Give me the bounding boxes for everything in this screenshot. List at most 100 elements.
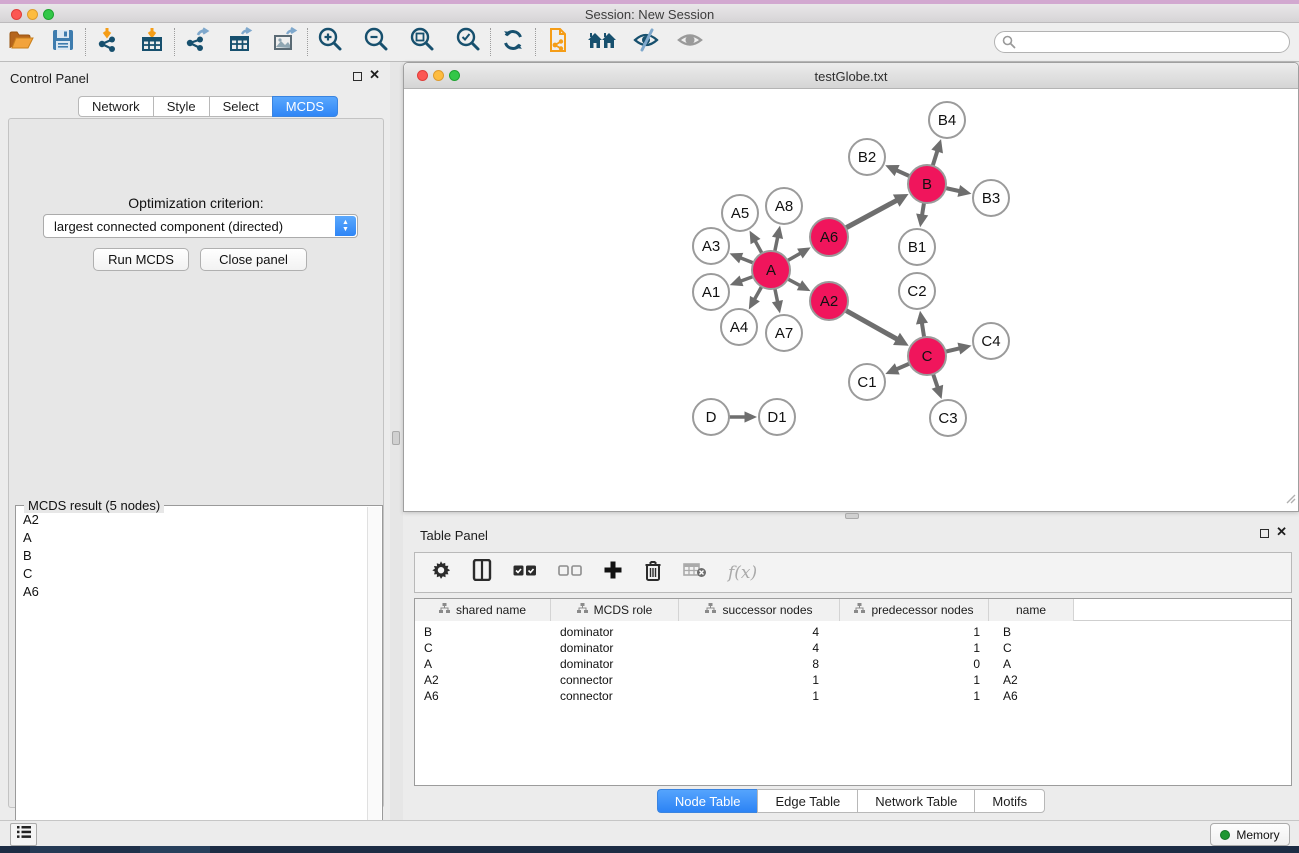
- new-network-from-selection-button[interactable]: [543, 27, 573, 57]
- table-cell[interactable]: B: [989, 625, 1074, 639]
- table-cell[interactable]: 4: [679, 641, 840, 655]
- tab-motifs[interactable]: Motifs: [974, 789, 1045, 813]
- table-row[interactable]: A2connector11A2: [415, 672, 1291, 688]
- column-header-predecessor-nodes[interactable]: predecessor nodes: [840, 599, 989, 621]
- splitter-handle[interactable]: [392, 431, 400, 445]
- column-layout-button[interactable]: [472, 559, 492, 586]
- zoom-selected-button[interactable]: [453, 27, 483, 57]
- network-canvas[interactable]: B4B2BB3A8A5A6A3B1AA1C2A2A4A7C4CC1DD1C3: [404, 89, 1298, 511]
- optimization-criterion-select[interactable]: largest connected component (directed) ▲…: [43, 214, 358, 238]
- zoom-out-button[interactable]: [361, 27, 391, 57]
- table-cell[interactable]: 8: [679, 657, 840, 671]
- table-cell[interactable]: 0: [840, 657, 989, 671]
- delete-column-button[interactable]: [644, 560, 662, 586]
- export-network-button[interactable]: [182, 27, 212, 57]
- run-mcds-button[interactable]: Run MCDS: [93, 248, 189, 271]
- table-panel-title: Table Panel: [420, 528, 488, 543]
- desktop-wallpaper-bottom: [0, 846, 1299, 853]
- mcds-result-item[interactable]: A: [17, 528, 366, 546]
- table-row[interactable]: Cdominator41C: [415, 640, 1291, 656]
- table-cell[interactable]: A6: [989, 689, 1074, 703]
- table-row[interactable]: A6connector11A6: [415, 688, 1291, 704]
- table-cell[interactable]: 4: [679, 625, 840, 639]
- tab-node-table[interactable]: Node Table: [657, 789, 758, 813]
- close-panel-icon[interactable]: ✕: [369, 67, 380, 83]
- table-cell[interactable]: dominator: [551, 625, 679, 639]
- table-row[interactable]: Bdominator41B: [415, 624, 1291, 640]
- table-cell[interactable]: B: [415, 625, 551, 639]
- arrowhead-icon: [931, 139, 943, 153]
- clear-checkboxes-button[interactable]: [558, 564, 582, 582]
- table-cell[interactable]: 1: [840, 673, 989, 687]
- node-table-header: shared nameMCDS rolesuccessor nodesprede…: [415, 599, 1291, 621]
- float-panel-icon[interactable]: [1260, 529, 1269, 538]
- tab-network[interactable]: Network: [78, 96, 153, 117]
- show-all-button[interactable]: [675, 27, 705, 57]
- node-table[interactable]: shared nameMCDS rolesuccessor nodesprede…: [414, 598, 1292, 786]
- table-cell[interactable]: A: [989, 657, 1074, 671]
- splitter-handle[interactable]: [845, 513, 859, 519]
- column-header-successor-nodes[interactable]: successor nodes: [679, 599, 840, 621]
- import-table-button[interactable]: [137, 27, 167, 57]
- table-cell[interactable]: 1: [840, 689, 989, 703]
- search-input[interactable]: [994, 31, 1290, 53]
- resize-grip-icon[interactable]: [1284, 491, 1296, 509]
- table-cell[interactable]: dominator: [551, 641, 679, 655]
- app-title: Session: New Session: [0, 7, 1299, 22]
- mcds-result-item[interactable]: A2: [17, 510, 366, 528]
- mcds-result-item[interactable]: B: [17, 546, 366, 564]
- float-panel-icon[interactable]: [353, 72, 362, 81]
- table-cell[interactable]: 1: [679, 689, 840, 703]
- toolbar-separator: [85, 28, 86, 56]
- mcds-result-list[interactable]: A2ABCA6: [17, 510, 366, 848]
- table-cell[interactable]: A2: [989, 673, 1074, 687]
- memory-button[interactable]: Memory: [1210, 823, 1290, 846]
- table-cell[interactable]: C: [989, 641, 1074, 655]
- mcds-result-item[interactable]: C: [17, 564, 366, 582]
- close-panel-icon[interactable]: ✕: [1276, 524, 1287, 540]
- table-cell[interactable]: A6: [415, 689, 551, 703]
- column-header-name[interactable]: name: [989, 599, 1074, 621]
- tab-select[interactable]: Select: [209, 96, 272, 117]
- zoom-in-button[interactable]: [315, 27, 345, 57]
- table-cell[interactable]: dominator: [551, 657, 679, 671]
- import-network-button[interactable]: [93, 27, 123, 57]
- close-panel-button[interactable]: Close panel: [200, 248, 307, 271]
- graph-node-label: C1: [857, 374, 876, 391]
- tab-network-table[interactable]: Network Table: [857, 789, 974, 813]
- table-cell[interactable]: 1: [679, 673, 840, 687]
- table-row[interactable]: Adominator80A: [415, 656, 1291, 672]
- column-header-MCDS-role[interactable]: MCDS role: [551, 599, 679, 621]
- table-settings-button[interactable]: [431, 560, 451, 585]
- table-cell[interactable]: connector: [551, 673, 679, 687]
- delete-table-button[interactable]: [683, 562, 707, 583]
- vertical-splitter[interactable]: [390, 62, 403, 820]
- status-bar: Memory: [0, 820, 1299, 846]
- zoom-fit-button[interactable]: [407, 27, 437, 57]
- column-header-shared-name[interactable]: shared name: [415, 599, 551, 621]
- hide-selected-button[interactable]: [631, 27, 661, 57]
- table-cell[interactable]: C: [415, 641, 551, 655]
- table-cell[interactable]: 1: [840, 641, 989, 655]
- select-all-checkboxes-button[interactable]: [513, 564, 537, 582]
- tab-style[interactable]: Style: [153, 96, 209, 117]
- table-cell[interactable]: A2: [415, 673, 551, 687]
- zoom-selected-icon: [455, 26, 482, 58]
- tab-edge-table[interactable]: Edge Table: [757, 789, 857, 813]
- export-image-button[interactable]: [270, 27, 300, 57]
- show-task-history-button[interactable]: [10, 823, 37, 846]
- add-column-button[interactable]: [603, 560, 623, 585]
- export-table-button[interactable]: [226, 27, 256, 57]
- tab-mcds[interactable]: MCDS: [272, 96, 338, 117]
- mcds-result-item[interactable]: A6: [17, 582, 366, 600]
- function-builder-button[interactable]: f(x): [728, 563, 757, 583]
- table-cell[interactable]: A: [415, 657, 551, 671]
- mcds-result-scrollbar[interactable]: [367, 507, 381, 848]
- first-neighbors-button[interactable]: [587, 27, 617, 57]
- open-session-button[interactable]: [6, 27, 36, 57]
- save-session-button[interactable]: [48, 27, 78, 57]
- table-cell[interactable]: connector: [551, 689, 679, 703]
- horizontal-splitter[interactable]: [403, 512, 1299, 520]
- table-cell[interactable]: 1: [840, 625, 989, 639]
- refresh-button[interactable]: [498, 27, 528, 57]
